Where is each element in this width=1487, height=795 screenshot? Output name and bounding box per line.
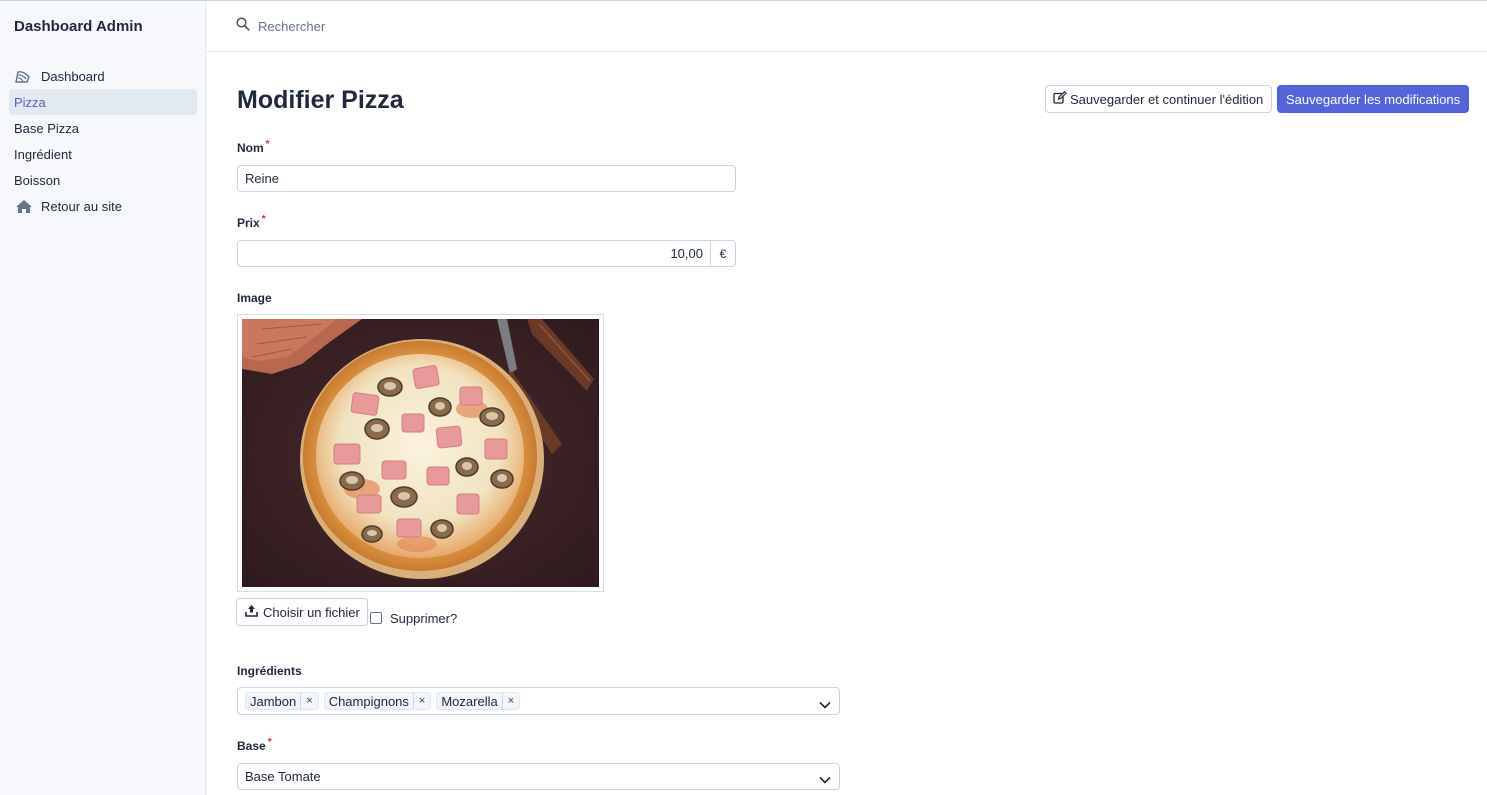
delete-image-label: Supprimer?	[390, 611, 458, 626]
sidebar-item-dashboard[interactable]: Dashboard	[9, 63, 197, 89]
ingredients-multiselect[interactable]: Jambon × Champignons × Mozarella ×	[237, 687, 840, 715]
sidebar-item-label: Base Pizza	[14, 120, 80, 136]
base-label-text: Base	[237, 739, 266, 753]
search-input[interactable]	[258, 19, 558, 34]
save-continue-button[interactable]: Sauvegarder et continuer l'édition	[1045, 85, 1273, 113]
dashboard-icon	[15, 68, 37, 84]
sidebar-item-label: Dashboard	[41, 68, 105, 84]
image-preview-frame	[237, 314, 604, 592]
base-label: Base *	[237, 737, 272, 753]
pizza-image	[242, 319, 599, 587]
chip-label: Mozarella	[441, 693, 498, 709]
delete-image-checkbox[interactable]	[370, 612, 382, 624]
ingredient-chip: Champignons ×	[323, 692, 432, 710]
required-marker: *	[267, 737, 272, 748]
image-label: Image	[237, 291, 272, 305]
save-button[interactable]: Sauvegarder les modifications	[1277, 85, 1470, 113]
sidebar: Dashboard Admin Dashboard Pizza Base Piz…	[0, 1, 206, 795]
ingredients-label: Ingrédients	[237, 664, 302, 678]
choose-file-label: Choisir un fichier	[263, 604, 360, 620]
currency-addon: €	[710, 240, 736, 267]
sidebar-item-pizza[interactable]: Pizza	[9, 89, 197, 115]
name-field[interactable]	[237, 165, 736, 192]
price-field[interactable]	[237, 240, 710, 267]
sidebar-nav: Dashboard Pizza Base Pizza Ingrédient Bo…	[9, 63, 197, 219]
ingredient-chip: Jambon ×	[245, 692, 319, 710]
name-label: Nom *	[237, 139, 270, 155]
chip-label: Champignons	[328, 693, 409, 709]
upload-icon	[245, 604, 258, 620]
remove-chip-icon[interactable]: ×	[501, 693, 519, 709]
chevron-down-icon	[819, 772, 831, 787]
home-icon	[15, 198, 37, 214]
sidebar-item-label: Ingrédient	[14, 146, 72, 162]
sidebar-item-label: Retour au site	[41, 198, 122, 214]
ingredient-chip: Mozarella ×	[436, 692, 521, 710]
choose-file-button[interactable]: Choisir un fichier	[236, 598, 368, 626]
required-marker: *	[265, 139, 270, 150]
required-marker: *	[261, 214, 266, 225]
price-label-text: Prix	[237, 216, 260, 230]
chevron-down-icon[interactable]	[819, 696, 831, 714]
search-bar	[236, 17, 558, 36]
sidebar-item-label: Boisson	[14, 172, 61, 188]
remove-chip-icon[interactable]: ×	[300, 693, 317, 709]
sidebar-item-base-pizza[interactable]: Base Pizza	[9, 115, 197, 141]
base-selected-value: Base Tomate	[245, 769, 321, 784]
base-select[interactable]: Base Tomate	[237, 763, 840, 790]
remove-chip-icon[interactable]: ×	[412, 693, 430, 709]
save-continue-label: Sauvegarder et continuer l'édition	[1070, 91, 1264, 107]
name-label-text: Nom	[237, 141, 264, 155]
price-label: Prix *	[237, 214, 266, 230]
sidebar-item-ingredient[interactable]: Ingrédient	[9, 141, 197, 167]
price-input-group: €	[237, 240, 736, 267]
search-icon	[236, 17, 250, 36]
sidebar-item-return-site[interactable]: Retour au site	[9, 193, 197, 219]
chip-label: Jambon	[250, 693, 297, 709]
topbar	[206, 1, 1487, 52]
brand-title: Dashboard Admin	[14, 18, 143, 35]
edit-icon	[1053, 90, 1067, 107]
page-title: Modifier Pizza	[237, 86, 404, 114]
sidebar-item-boisson[interactable]: Boisson	[9, 167, 197, 193]
sidebar-item-label: Pizza	[14, 94, 46, 110]
